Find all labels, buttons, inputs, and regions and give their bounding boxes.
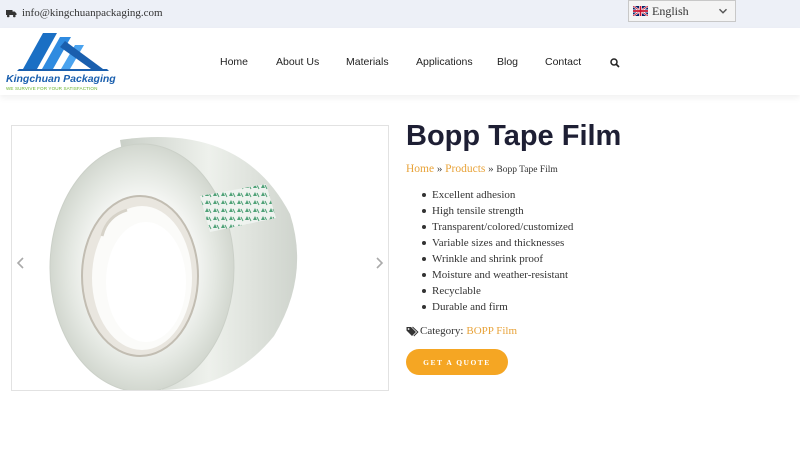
site-header: Kingchuan Packaging WE SURVIVE FOR YOUR … — [0, 28, 800, 95]
top-bar: info@kingchuanpackaging.com English — [0, 0, 800, 28]
breadcrumb-separator: » — [488, 163, 494, 175]
language-select[interactable]: English — [628, 0, 736, 22]
product-title: Bopp Tape Film — [406, 120, 622, 152]
search-button[interactable] — [610, 55, 620, 73]
nav-applications[interactable]: Applications — [416, 56, 473, 68]
category-link[interactable]: BOPP Film — [466, 325, 517, 337]
flag-uk-icon — [633, 6, 648, 16]
logo-mark — [17, 33, 109, 71]
feature-item: Transparent/colored/customized — [421, 219, 573, 235]
product-category: Category: BOPP Film — [406, 325, 517, 337]
nav-contact[interactable]: Contact — [545, 56, 581, 68]
breadcrumb-separator: » — [436, 163, 443, 175]
product-image — [49, 137, 298, 390]
breadcrumb-current: Bopp Tape Film — [496, 165, 558, 175]
feature-item: Excellent adhesion — [421, 187, 573, 203]
email-text[interactable]: info@kingchuanpackaging.com — [22, 7, 163, 19]
contact-email[interactable]: info@kingchuanpackaging.com — [6, 7, 163, 19]
nav-materials[interactable]: Materials — [346, 56, 389, 68]
feature-item: High tensile strength — [421, 203, 573, 219]
logo-tagline: WE SURVIVE FOR YOUR SATISFACTION — [6, 86, 98, 91]
category-label: Category: — [420, 325, 464, 337]
feature-item: Wrinkle and shrink proof — [421, 251, 573, 267]
breadcrumb: Home » Products » Bopp Tape Film — [406, 163, 558, 175]
get-a-quote-button[interactable]: GET A QUOTE — [406, 349, 508, 375]
truck-icon — [6, 9, 17, 17]
logo[interactable]: Kingchuan Packaging WE SURVIVE FOR YOUR … — [5, 31, 116, 93]
feature-item: Variable sizes and thicknesses — [421, 235, 573, 251]
nav-blog[interactable]: Blog — [497, 56, 518, 68]
product-gallery[interactable] — [11, 125, 389, 391]
breadcrumb-products[interactable]: Products — [445, 163, 485, 175]
chevron-down-icon — [718, 8, 728, 14]
logo-brand: Kingchuan Packaging — [6, 73, 116, 85]
feature-item: Durable and firm — [421, 299, 573, 315]
tags-icon — [406, 326, 419, 336]
nav-home[interactable]: Home — [220, 56, 248, 68]
feature-item: Recyclable — [421, 283, 573, 299]
breadcrumb-home[interactable]: Home — [406, 163, 434, 175]
language-label: English — [652, 3, 689, 18]
arrow-right-icon[interactable] — [374, 256, 384, 270]
feature-list: Excellent adhesion High tensile strength… — [421, 187, 573, 315]
feature-item: Moisture and weather-resistant — [421, 267, 573, 283]
nav-about-us[interactable]: About Us — [276, 56, 319, 68]
search-icon — [610, 58, 620, 68]
arrow-left-icon[interactable] — [16, 256, 26, 270]
